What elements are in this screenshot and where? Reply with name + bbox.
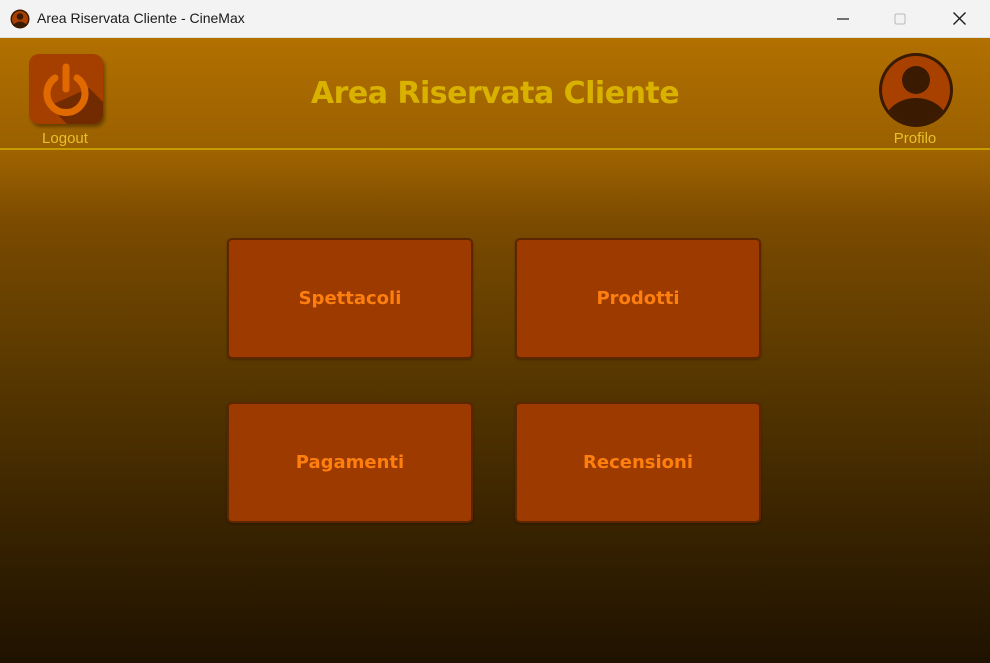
profile-label: Profilo (893, 130, 937, 147)
profile-button[interactable] (876, 52, 956, 130)
power-icon (43, 63, 103, 124)
app-window: Area Riservata Cliente - CineMax Logout … (0, 0, 990, 663)
recensioni-label: Recensioni (583, 452, 693, 473)
main-content: Logout Area Riservata Cliente Profilo Sp… (0, 38, 990, 663)
maximize-button[interactable] (877, 0, 923, 37)
user-avatar-icon (10, 9, 30, 29)
pagamenti-label: Pagamenti (295, 452, 405, 473)
spettacoli-button[interactable]: Spettacoli (227, 238, 473, 359)
user-avatar-icon (879, 53, 953, 127)
prodotti-label: Prodotti (596, 288, 680, 309)
recensioni-button[interactable]: Recensioni (515, 402, 761, 523)
prodotti-button[interactable]: Prodotti (515, 238, 761, 359)
header-bar: Logout Area Riservata Cliente Profilo (0, 38, 990, 150)
logout-button[interactable] (29, 54, 103, 124)
minimize-button[interactable] (820, 0, 866, 37)
spettacoli-label: Spettacoli (298, 288, 402, 309)
page-title: Area Riservata Cliente (310, 76, 680, 111)
title-bar: Area Riservata Cliente - CineMax (0, 0, 990, 38)
window-title: Area Riservata Cliente - CineMax (37, 10, 245, 26)
minimize-icon (837, 17, 849, 20)
maximize-icon (894, 13, 906, 24)
logout-label: Logout (42, 130, 88, 147)
close-button[interactable] (936, 0, 982, 37)
pagamenti-button[interactable]: Pagamenti (227, 402, 473, 523)
close-icon (952, 12, 966, 25)
